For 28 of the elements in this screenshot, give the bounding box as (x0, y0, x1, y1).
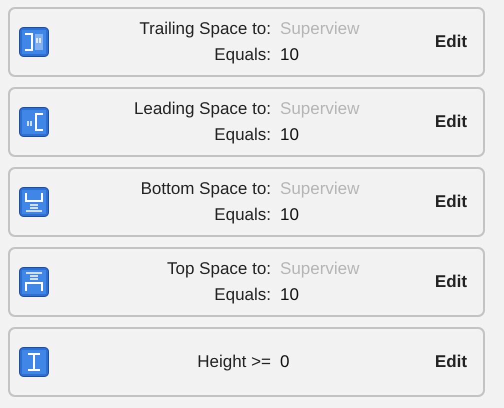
constraint-label: Top Space to: (166, 259, 271, 279)
constraint-value: 10 (280, 205, 300, 225)
constraint-value: Superview (280, 259, 360, 279)
edit-button[interactable]: Edit (434, 352, 467, 372)
constraint-value: Superview (280, 179, 360, 199)
top-space-icon (19, 267, 49, 297)
trailing-space-icon (19, 27, 49, 57)
constraint-label: Leading Space to: (132, 99, 271, 119)
constraint-label: Equals: (213, 205, 271, 225)
constraint-label: Equals: (213, 45, 271, 65)
constraint-value: Superview (280, 99, 360, 119)
constraint-label: Height >= (196, 352, 271, 372)
edit-button[interactable]: Edit (434, 32, 467, 52)
edit-button[interactable]: Edit (434, 272, 467, 292)
edit-button[interactable]: Edit (434, 112, 467, 132)
height-constraint-icon (19, 347, 49, 377)
constraint-value: 10 (280, 45, 300, 65)
constraint-label: Trailing Space to: (138, 19, 271, 39)
constraint-value: 10 (280, 125, 300, 145)
edit-button[interactable]: Edit (434, 192, 467, 212)
constraint-label: Equals: (213, 285, 271, 305)
bottom-space-icon (19, 187, 49, 217)
constraint-value: Superview (280, 19, 360, 39)
constraint-label: Equals: (213, 125, 271, 145)
constraint-value: 0 (280, 352, 290, 372)
constraint-value: 10 (280, 285, 300, 305)
constraint-label: Bottom Space to: (140, 179, 271, 199)
leading-space-icon (19, 107, 49, 137)
